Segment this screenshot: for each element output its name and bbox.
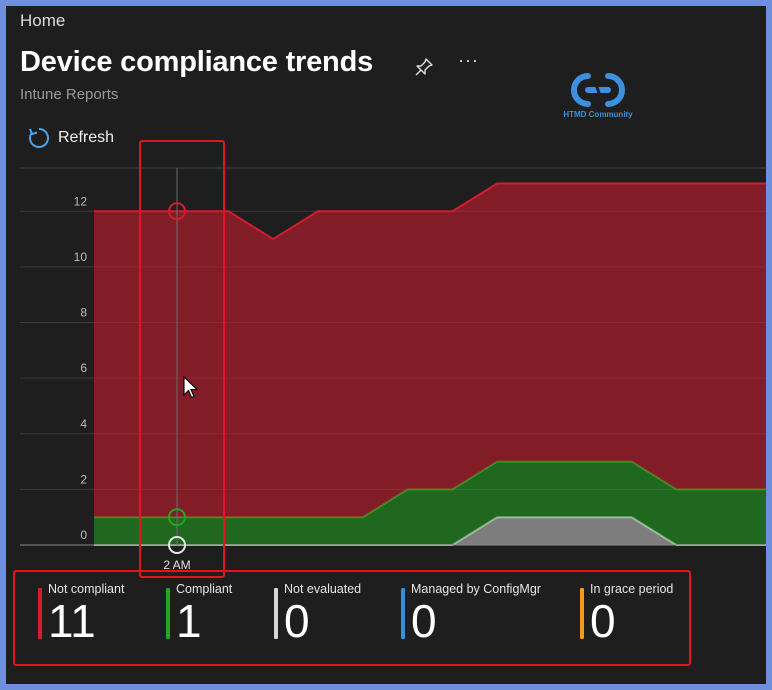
legend-label: Compliant [176, 582, 233, 596]
legend-value: 0 [411, 595, 437, 647]
legend-value: 0 [284, 595, 310, 647]
legend-label: In grace period [590, 582, 674, 596]
logo-caption: HTMD Community [563, 110, 633, 119]
legend-item-not-evaluated[interactable]: Not evaluated 0 [274, 582, 361, 652]
mouse-cursor-icon [183, 376, 199, 399]
legend-item-not-compliant[interactable]: Not compliant 11 [38, 582, 124, 652]
refresh-icon [29, 128, 49, 148]
refresh-label: Refresh [58, 129, 115, 146]
legend-item-compliant[interactable]: Compliant 1 [166, 582, 232, 652]
breadcrumb-home[interactable]: Home [20, 11, 65, 31]
more-options-icon[interactable]: ··· [458, 50, 479, 71]
chart-legend: Not compliant 11 Compliant 1 Not evaluated 0 M… [26, 578, 696, 678]
legend-color-bar [274, 588, 278, 639]
legend-item-managed-by-configmgr[interactable]: Managed by ConfigMgr 0 [401, 582, 541, 652]
y-tick-label: 10 [74, 250, 88, 264]
y-tick-label: 4 [80, 417, 87, 431]
page-subtitle: Intune Reports [20, 86, 119, 103]
pin-icon[interactable] [414, 57, 434, 77]
legend-label: Not compliant [48, 582, 125, 596]
y-tick-label: 12 [74, 194, 88, 208]
legend-value: 1 [176, 595, 202, 647]
legend-color-bar [580, 588, 584, 639]
legend-color-bar [38, 588, 42, 639]
x-tick-label: 2 AM [163, 558, 190, 572]
legend-value: 0 [590, 595, 616, 647]
y-tick-label: 8 [80, 306, 87, 320]
page-title: Device compliance trends [20, 46, 374, 78]
compliance-trend-chart[interactable]: 0 2 4 6 8 10 12 2 AM [6, 156, 766, 576]
y-tick-label: 2 [80, 472, 87, 486]
legend-item-in-grace-period[interactable]: In grace period 0 [580, 582, 673, 652]
refresh-button[interactable]: Refresh [28, 127, 114, 149]
y-tick-label: 6 [80, 361, 87, 375]
legend-color-bar [166, 588, 170, 639]
y-tick-label: 0 [80, 528, 87, 542]
legend-label: Not evaluated [284, 582, 362, 596]
legend-value: 11 [48, 595, 96, 647]
area-not-compliant [94, 183, 766, 518]
legend-label: Managed by ConfigMgr [411, 582, 541, 596]
app-window: Home Device compliance trends ··· Intune… [6, 6, 766, 684]
legend-color-bar [401, 588, 405, 639]
